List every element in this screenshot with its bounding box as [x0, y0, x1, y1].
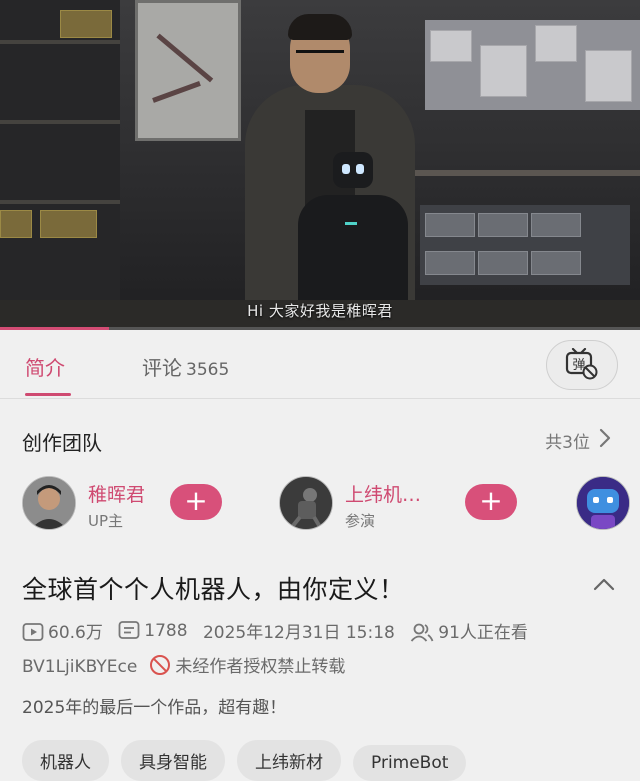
creator-avatar-image	[577, 477, 629, 529]
video-description: 2025年的最后一个作品，超有趣！	[22, 698, 287, 718]
view-count: 60.6万	[48, 623, 103, 643]
scene-wall-art	[135, 0, 241, 141]
avatar[interactable]	[576, 476, 630, 530]
avatar[interactable]	[279, 476, 333, 530]
publish-time: 2025年12月31日 15:18	[202, 623, 395, 643]
bvid-line: BV1LjiKBYEce 未经作者授权禁止转载	[22, 652, 345, 677]
chevron-up-icon[interactable]	[592, 576, 616, 592]
follow-button[interactable]: +	[170, 484, 222, 520]
scene-robot	[298, 195, 408, 315]
scene-wall-papers	[425, 20, 640, 110]
danmaku-count-icon	[118, 621, 140, 639]
bvid[interactable]: BV1LjiKBYEce	[22, 657, 137, 677]
video-stats: 60.6万 1788 2025年12月31日 15:18 91人正在看	[22, 618, 538, 644]
play-count-icon	[22, 623, 44, 641]
follow-button[interactable]: +	[465, 484, 517, 520]
tag-list: 机器人 具身智能 上纬新材 PrimeBot	[22, 740, 478, 781]
tab-active-indicator	[25, 393, 71, 396]
creator-card[interactable]: 上纬机… 参演 +	[279, 476, 519, 532]
tab-intro[interactable]: 简介	[25, 352, 65, 381]
comment-count: 3565	[186, 360, 230, 380]
video-player[interactable]: Hi 大家好我是稚晖君	[0, 0, 640, 330]
creator-avatar-image	[23, 477, 75, 529]
scene-shelf	[0, 0, 120, 330]
video-subtitle: Hi 大家好我是稚晖君	[247, 302, 393, 320]
tab-bar: 简介 评论 3565	[0, 330, 640, 399]
danmaku-off-icon: 弹	[565, 348, 598, 380]
tag-chip[interactable]: 机器人	[22, 740, 109, 781]
copyright-notice: 未经作者授权禁止转载	[175, 657, 346, 677]
tag-chip[interactable]: 上纬新材	[237, 740, 341, 781]
danmaku-toggle-button[interactable]: 弹	[546, 340, 618, 390]
scene-drawers	[420, 205, 630, 285]
creator-card[interactable]: 稚晖君 UP主 +	[22, 476, 252, 532]
danmaku-count: 1788	[144, 621, 188, 641]
creator-role: UP主	[88, 512, 124, 530]
no-repost-icon	[150, 655, 171, 675]
tab-comments[interactable]: 评论 3565	[142, 352, 229, 381]
creator-name[interactable]: 上纬机…	[345, 480, 421, 507]
creator-card[interactable]	[576, 476, 640, 532]
creators-section-title: 创作团队	[22, 431, 102, 455]
chevron-right-icon[interactable]	[598, 427, 612, 449]
creator-avatar-image	[280, 477, 332, 529]
video-title: 全球首个个人机器人，由你定义！	[22, 575, 405, 604]
watching-users-icon	[411, 623, 434, 642]
creator-name[interactable]: 稚晖君	[88, 480, 145, 507]
scene-shelf-right	[415, 170, 640, 176]
tag-chip[interactable]: 具身智能	[121, 740, 225, 781]
tag-chip[interactable]: PrimeBot	[353, 745, 467, 781]
watching-count: 91人正在看	[438, 623, 528, 643]
avatar[interactable]	[22, 476, 76, 530]
creator-role: 参演	[345, 512, 376, 530]
